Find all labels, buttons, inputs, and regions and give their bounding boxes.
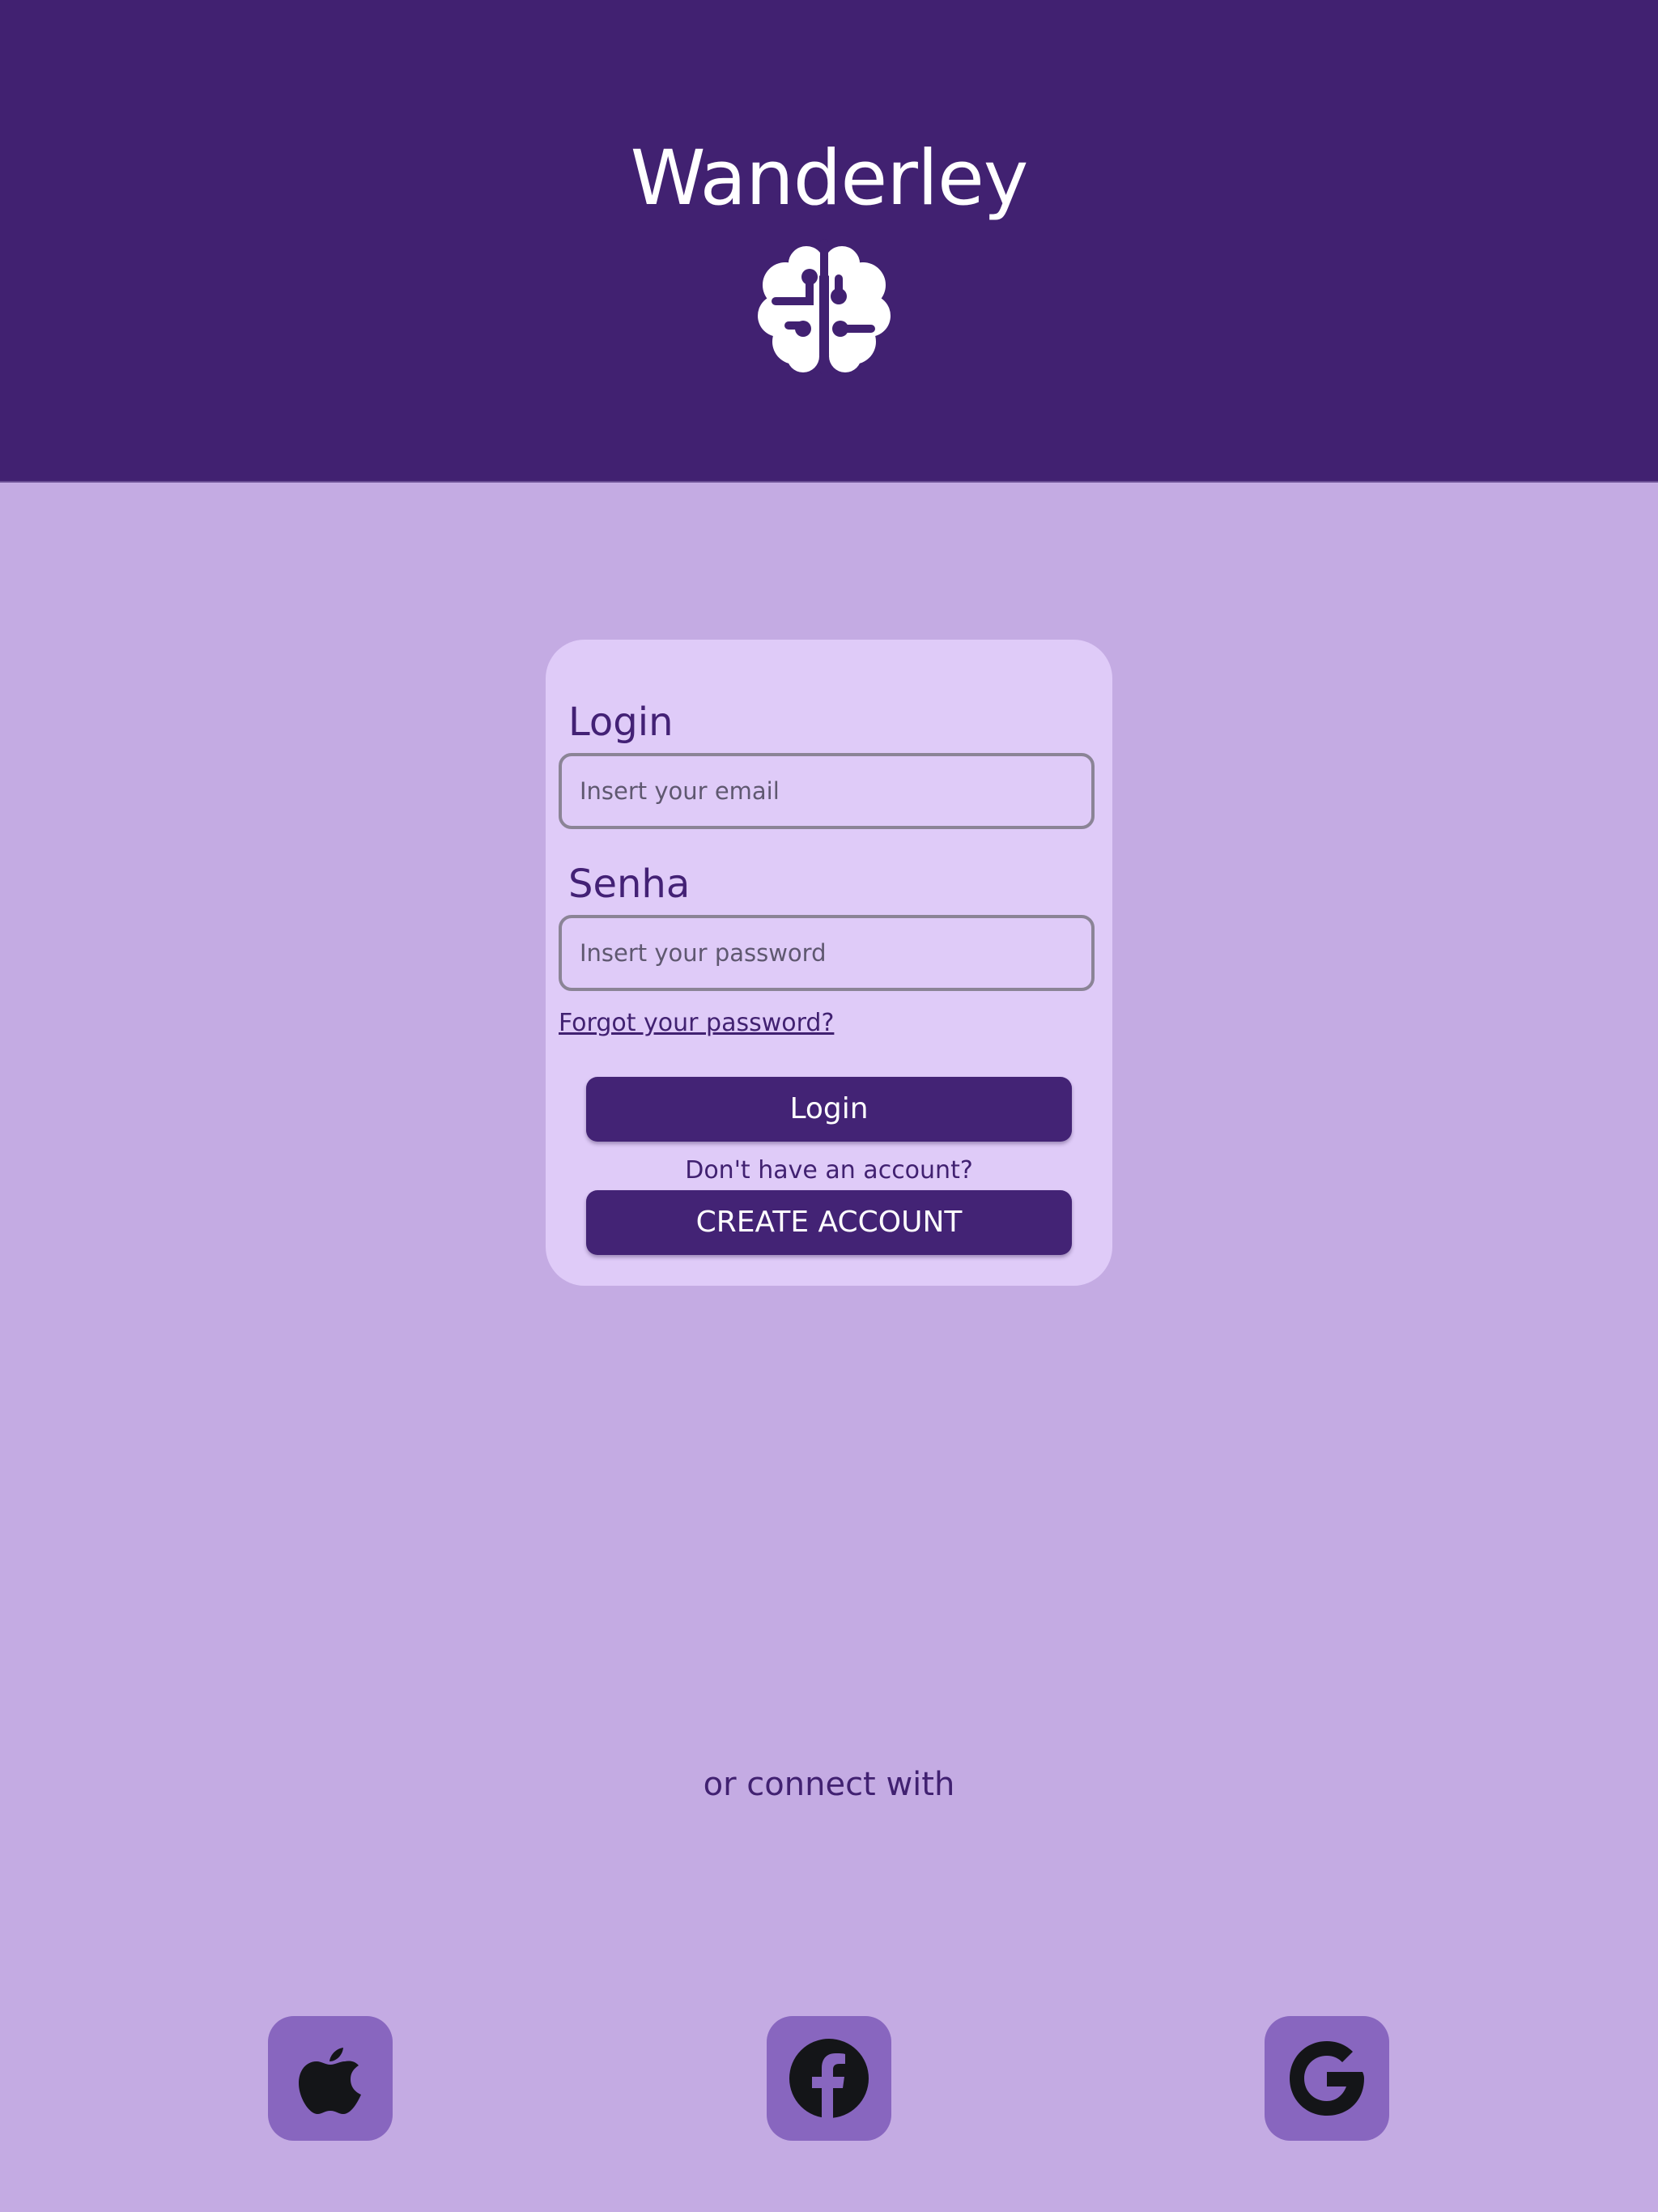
apple-icon bbox=[299, 2048, 361, 2114]
email-label: Login bbox=[568, 700, 674, 745]
facebook-login-button[interactable] bbox=[767, 2016, 891, 2141]
connect-with-text: or connect with bbox=[703, 1766, 955, 1803]
email-field[interactable] bbox=[559, 753, 1095, 829]
google-icon bbox=[1290, 2041, 1364, 2116]
brain-icon bbox=[758, 239, 891, 374]
apple-login-button[interactable] bbox=[268, 2016, 393, 2141]
login-card: Login Senha Forgot your password? Login … bbox=[546, 640, 1112, 1286]
forgot-password-link[interactable]: Forgot your password? bbox=[559, 1007, 834, 1040]
app-header: Wanderley bbox=[0, 0, 1658, 483]
password-field[interactable] bbox=[559, 915, 1095, 991]
app-title: Wanderley bbox=[630, 134, 1029, 223]
login-button[interactable]: Login bbox=[586, 1077, 1072, 1142]
no-account-text: Don't have an account? bbox=[685, 1156, 973, 1185]
facebook-icon bbox=[789, 2039, 869, 2119]
password-label: Senha bbox=[568, 861, 691, 907]
google-login-button[interactable] bbox=[1265, 2016, 1389, 2141]
create-account-button[interactable]: CREATE ACCOUNT bbox=[586, 1190, 1072, 1255]
